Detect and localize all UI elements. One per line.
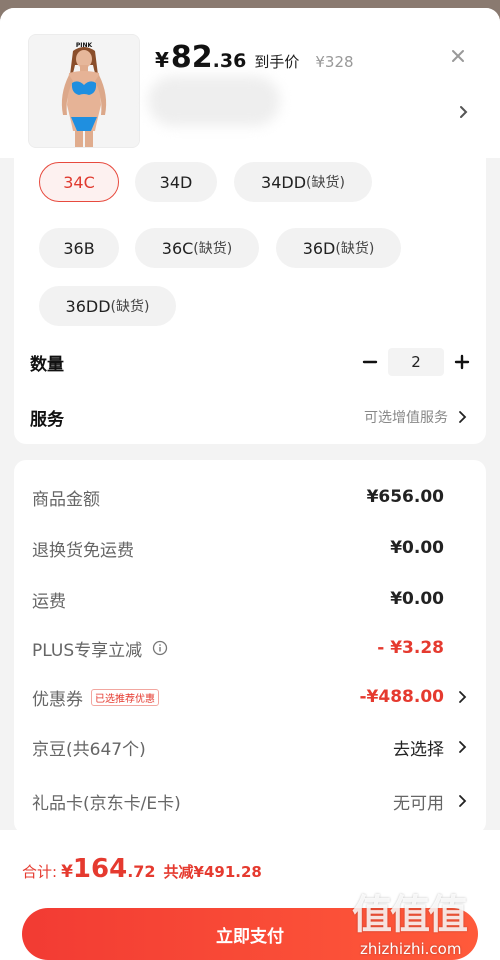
chevron-right-icon [459,741,467,753]
size-chip-34d[interactable]: 34D [135,162,217,202]
price-decimal: .36 [212,50,247,72]
size-chip-label: 34D [159,172,193,192]
goods-amount-row: 商品金额 ¥656.00 [32,482,468,512]
price-integer: 82 [170,40,213,75]
gift-card-label: 礼品卡(京东卡/E卡) [32,793,181,814]
plus-discount-value: - ¥3.28 [377,638,444,658]
order-sheet: PINK ¥ 82 .36 到手价 ¥328 34C 34D 34DD (缺货)… [0,8,500,960]
size-chip-34dd[interactable]: 34DD (缺货) [234,162,372,202]
size-chip-label: 36DD [65,296,111,316]
plus-discount-label-wrap: PLUS专享立减 [32,633,168,663]
blurred-product-name [148,76,280,126]
info-icon[interactable] [152,640,168,656]
size-chip-stock: (缺货) [193,241,233,257]
quantity-stepper: 2 [362,347,470,377]
coupon-label-wrap: 优惠券 已选推荐优惠 [32,682,159,712]
coupon-label: 优惠券 [32,689,83,710]
chevron-right-icon [459,795,467,807]
total-label: 合计: [22,863,58,881]
chevron-right-icon [459,411,467,423]
service-label: 服务 [30,409,64,430]
size-chip-36c[interactable]: 36C (缺货) [135,228,259,268]
chevron-right-icon[interactable] [458,104,470,120]
spec-card: 34C 34D 34DD (缺货) 36B 36C (缺货) 36D (缺货) 36D… [14,158,486,444]
coupon-tag: 已选推荐优惠 [91,688,159,706]
checkout-footer: 合计: ¥ 164 .72 共减¥491.28 立即支付 值值值 zhizhiz… [0,830,500,960]
shipping-row: 运费 ¥0.00 [32,584,468,614]
service-value: 可选增值服务 [364,402,470,432]
plus-icon[interactable] [454,354,470,370]
service-value-text: 可选增值服务 [364,410,448,426]
product-thumbnail[interactable]: PINK [28,34,140,148]
return-shipping-value: ¥0.00 [390,538,444,558]
return-shipping-row: 退换货免运费 ¥0.00 [32,533,468,563]
minus-icon[interactable] [362,354,378,370]
return-shipping-label: 退换货免运费 [32,540,134,561]
jd-beans-label: 京豆(共647个) [32,739,146,760]
jd-beans-row[interactable]: 京豆(共647个) 去选择 [32,732,468,762]
total-decimal: .72 [127,862,156,881]
size-chip-label: 34DD [261,172,307,192]
size-chip-stock: (缺货) [335,241,375,257]
size-chip-36dd[interactable]: 36DD (缺货) [39,286,176,326]
plus-discount-row: PLUS专享立减 - ¥3.28 [32,633,468,663]
product-image: PINK [29,35,139,147]
size-chip-stock: (缺货) [306,175,345,191]
total-integer: 164 [72,854,128,884]
quantity-label: 数量 [30,354,64,375]
size-chip-label: 36D [302,238,336,258]
size-chip-label: 36B [63,238,95,258]
original-price: ¥328 [315,53,354,71]
price-row: ¥ 82 .36 到手价 ¥328 [155,40,354,80]
product-header: PINK ¥ 82 .36 到手价 ¥328 [0,8,500,158]
price-currency: ¥ [155,48,169,72]
total-amount: 合计: ¥ 164 .72 共减¥491.28 [22,854,262,884]
watermark: 值值值 zhizhizhi.com [352,882,492,960]
total-saved: 共减¥491.28 [163,863,262,881]
watermark-url: zhizhizhi.com [360,940,462,958]
close-icon[interactable] [446,44,470,68]
price-tag: 到手价 [254,53,300,71]
gift-card-row[interactable]: 礼品卡(京东卡/E卡) 无可用 [32,786,468,816]
size-chip-34c[interactable]: 34C [39,162,119,202]
total-currency: ¥ [61,862,73,882]
price-summary-card: 商品金额 ¥656.00 退换货免运费 ¥0.00 运费 ¥0.00 PLUS专… [14,460,486,834]
size-chip-36d[interactable]: 36D (缺货) [276,228,401,268]
size-chip-label: 34C [63,172,95,192]
gift-card-value: 无可用 [393,793,444,814]
shipping-value: ¥0.00 [390,589,444,609]
service-row[interactable]: 服务 可选增值服务 [30,402,470,432]
chevron-right-icon [459,691,467,703]
size-chip-label: 36C [161,238,194,258]
jd-beans-value: 去选择 [393,739,444,760]
plus-discount-label: PLUS专享立减 [32,640,143,661]
size-chip-stock: (缺货) [110,299,150,315]
coupon-value: -¥488.00 [359,687,445,707]
quantity-input[interactable]: 2 [388,348,444,376]
quantity-row: 数量 2 [30,347,470,377]
shipping-label: 运费 [32,591,66,612]
watermark-logo: 值值值 [352,892,468,938]
goods-amount-value: ¥656.00 [366,487,444,507]
size-chip-36b[interactable]: 36B [39,228,119,268]
goods-amount-label: 商品金额 [32,489,100,510]
coupon-row[interactable]: 优惠券 已选推荐优惠 -¥488.00 [32,682,468,712]
